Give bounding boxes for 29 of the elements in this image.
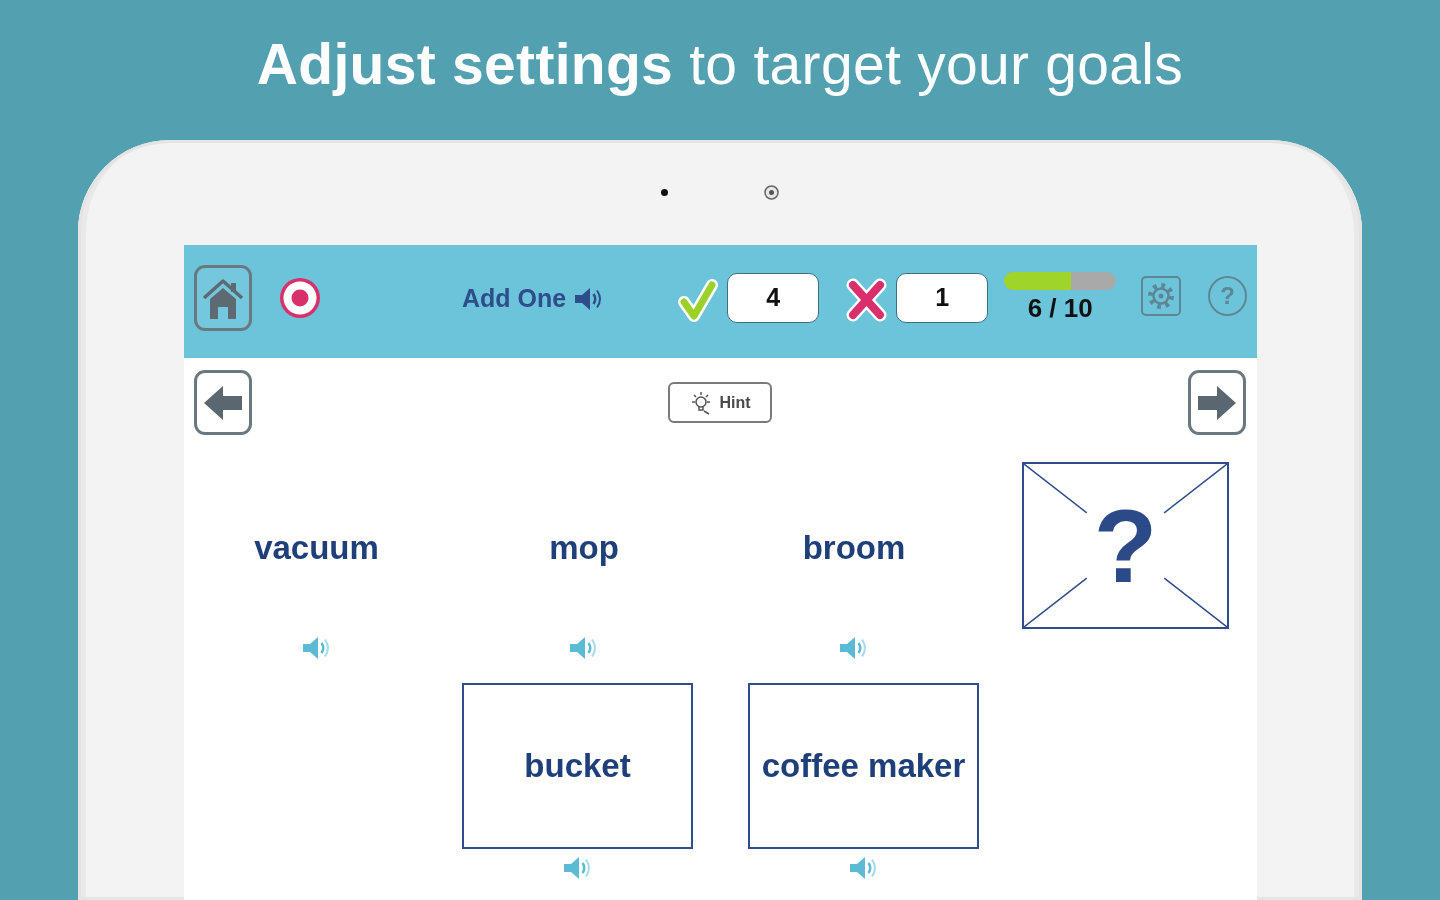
progress-reading: 6 / 10 bbox=[1026, 293, 1094, 323]
speaker-icon[interactable] bbox=[301, 635, 332, 661]
speaker-icon[interactable] bbox=[848, 855, 879, 881]
settings-button[interactable] bbox=[1141, 276, 1182, 316]
word-card[interactable]: coffee maker bbox=[748, 683, 979, 849]
hint-button[interactable]: Hint bbox=[668, 382, 772, 423]
word-card[interactable]: bucket bbox=[462, 683, 693, 849]
word-choice[interactable]: vacuum bbox=[254, 528, 379, 568]
word-choice[interactable]: mop bbox=[549, 528, 619, 568]
back-button[interactable] bbox=[194, 370, 252, 435]
speaker-icon[interactable] bbox=[569, 635, 599, 661]
left-arrow-icon bbox=[203, 384, 243, 421]
record-icon[interactable] bbox=[280, 278, 320, 318]
settings-icon bbox=[1147, 282, 1176, 310]
word-choice[interactable]: broom bbox=[802, 528, 906, 568]
ring-icon bbox=[764, 185, 779, 200]
incorrect-count: 1 bbox=[896, 273, 989, 323]
right-arrow-icon bbox=[1197, 384, 1237, 421]
dot-icon bbox=[661, 189, 668, 196]
home-button[interactable] bbox=[194, 265, 252, 331]
activity-title: Add One bbox=[462, 283, 567, 313]
speaker-icon[interactable] bbox=[562, 855, 593, 881]
forward-button[interactable] bbox=[1188, 370, 1246, 435]
headline: Adjust settings to target your goals bbox=[256, 31, 1184, 98]
correct-count: 4 bbox=[727, 273, 820, 323]
speaker-icon[interactable] bbox=[839, 635, 869, 661]
cross-icon bbox=[845, 277, 889, 323]
question-mark: ? bbox=[1093, 490, 1158, 601]
checkmark-icon bbox=[677, 277, 720, 323]
